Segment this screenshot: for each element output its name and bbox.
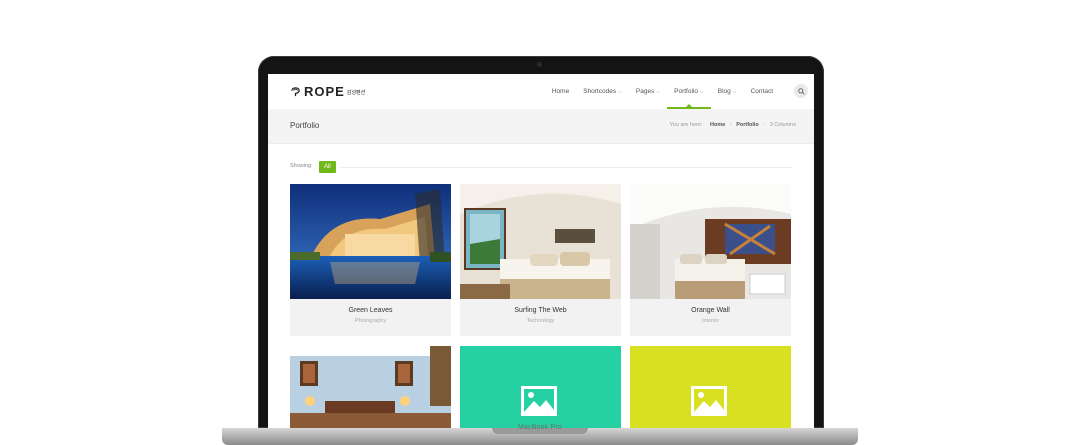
nav-item-home[interactable]: Home [545, 74, 576, 109]
interior-photo [630, 184, 791, 299]
search-button[interactable] [794, 84, 808, 98]
breadcrumb-separator: › [763, 122, 766, 128]
filter-label: Showing: [290, 163, 313, 169]
search-icon [797, 87, 805, 95]
portfolio-placeholder[interactable] [460, 346, 621, 428]
laptop-screen: ROPE 감성펜션 Home Shortcodes ⌵ Pages ⌵ Portfo… [268, 74, 814, 428]
laptop-lid: ROPE 감성펜션 Home Shortcodes ⌵ Pages ⌵ Portfo… [258, 56, 824, 428]
logo-text: ROPE [304, 83, 345, 99]
portfolio-item-title[interactable]: Green Leaves [290, 307, 451, 314]
portfolio-card[interactable] [460, 346, 621, 428]
breadcrumb: You are here: Home › Portfolio › 3 Colum… [670, 122, 796, 128]
breadcrumb-current: 3 Columns [769, 122, 796, 128]
portfolio-item-category: Photography [354, 318, 387, 324]
chevron-down-icon: ⌵ [618, 89, 622, 95]
portfolio-card[interactable]: Green Leaves Photography [290, 184, 451, 336]
portfolio-card[interactable]: Surfing The Web Technology [460, 184, 621, 336]
portfolio-thumbnail[interactable] [290, 184, 451, 299]
filter-all-button[interactable]: All [319, 161, 336, 173]
nav-item-blog[interactable]: Blog ⌵ [711, 74, 744, 109]
portfolio-thumbnail[interactable] [290, 346, 451, 428]
chevron-down-icon: ⌵ [656, 89, 661, 95]
page-title: Portfolio [290, 121, 320, 130]
image-icon [521, 386, 557, 416]
portfolio-item-category: Interior [701, 318, 720, 324]
nav-item-shortcodes[interactable]: Shortcodes ⌵ [576, 74, 629, 109]
portfolio-thumbnail[interactable] [630, 184, 791, 299]
hotel-room-photo [290, 346, 451, 428]
breadcrumb-portfolio[interactable]: Portfolio [736, 122, 759, 128]
nav-label: Home [551, 88, 570, 95]
portfolio-placeholder[interactable] [630, 346, 791, 428]
nav-item-pages[interactable]: Pages ⌵ [629, 74, 667, 109]
villa-photo [290, 184, 451, 299]
chevron-down-icon: ⌵ [732, 89, 737, 95]
portfolio-item-title[interactable]: Orange Wall [630, 307, 791, 314]
chevron-down-icon: ⌵ [699, 89, 704, 95]
logo-icon [291, 86, 300, 96]
nav-label: Contact [750, 88, 773, 95]
nav-label: Blog [717, 88, 731, 95]
portfolio-item-category: Technology [526, 318, 555, 324]
portfolio-card[interactable] [290, 346, 451, 428]
page-title-bar: Portfolio You are here: Home › Portfolio… [268, 109, 814, 144]
filter-divider [340, 167, 792, 168]
camera-dot [537, 62, 542, 67]
bedroom-photo [460, 184, 621, 299]
breadcrumb-home[interactable]: Home [710, 122, 725, 128]
active-indicator [685, 104, 692, 107]
portfolio-item-title[interactable]: Surfing The Web [460, 307, 621, 314]
portfolio-thumbnail[interactable] [460, 184, 621, 299]
portfolio-filter: Showing: All [290, 161, 792, 173]
nav-label: Shortcodes [583, 88, 617, 95]
portfolio-card[interactable]: Orange Wall Interior [630, 184, 791, 336]
nav-item-contact[interactable]: Contact [744, 74, 780, 109]
nav-label: Portfolio [674, 88, 698, 95]
nav-item-portfolio[interactable]: Portfolio ⌵ [667, 74, 711, 109]
device-label: MacBook Pro [517, 424, 563, 431]
logo-subtitle: 감성펜션 [346, 90, 366, 96]
site-logo[interactable]: ROPE 감성펜션 [290, 83, 366, 99]
breadcrumb-prefix: You are here: [669, 122, 703, 128]
site-header: ROPE 감성펜션 Home Shortcodes ⌵ Pages ⌵ Portfo… [268, 74, 814, 110]
nav-label: Pages [635, 88, 655, 95]
main-nav: Home Shortcodes ⌵ Pages ⌵ Portfolio ⌵ Blog ⌵… [545, 74, 780, 109]
portfolio-card[interactable] [630, 346, 791, 428]
image-icon [691, 386, 727, 416]
breadcrumb-separator: › [729, 122, 732, 128]
